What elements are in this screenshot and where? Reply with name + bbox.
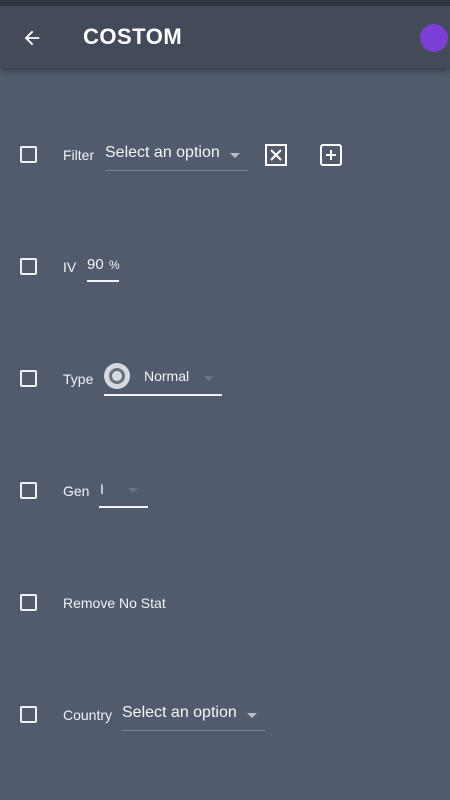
- iv-unit: %: [109, 258, 120, 272]
- gen-row: Gen I: [0, 472, 450, 512]
- iv-input[interactable]: 90 %: [87, 250, 120, 282]
- filter-select[interactable]: Select an option: [105, 138, 248, 171]
- iv-label: IV: [63, 259, 77, 275]
- country-select[interactable]: Select an option: [122, 698, 265, 731]
- iv-row: IV 90 %: [0, 248, 450, 288]
- plus-box-icon: [320, 144, 342, 166]
- type-row: Type Normal: [0, 360, 450, 400]
- app-bar: COSTOM: [0, 6, 450, 68]
- caret-down-icon: [247, 713, 257, 718]
- account-avatar[interactable]: [420, 24, 448, 52]
- filter-row: Filter Select an option: [0, 136, 450, 176]
- gen-label: Gen: [63, 483, 90, 499]
- filter-label: Filter: [63, 147, 95, 163]
- normal-type-icon: [104, 363, 130, 389]
- arrow-left-icon: [24, 30, 40, 46]
- clear-filter-button[interactable]: [264, 143, 288, 167]
- remove-no-stat-label: Remove No Stat: [63, 595, 166, 611]
- country-select-value: Select an option: [122, 704, 237, 721]
- country-label: Country: [63, 707, 113, 723]
- gen-select[interactable]: I: [99, 474, 148, 508]
- country-row: Country Select an option: [0, 696, 450, 736]
- type-label: Type: [63, 371, 94, 387]
- caret-down-icon: [204, 376, 214, 381]
- iv-value: 90: [87, 256, 104, 273]
- type-select[interactable]: Normal: [104, 360, 222, 396]
- caret-down-icon: [230, 153, 240, 158]
- remove-no-stat-row: Remove No Stat: [0, 584, 450, 624]
- gen-select-value: I: [100, 481, 104, 497]
- type-select-value: Normal: [144, 368, 190, 384]
- iv-checkbox[interactable]: [20, 258, 37, 275]
- filter-checkbox[interactable]: [20, 146, 37, 163]
- add-filter-button[interactable]: [319, 143, 343, 167]
- remove-no-stat-checkbox[interactable]: [20, 594, 37, 611]
- back-button[interactable]: [18, 24, 46, 52]
- close-box-icon: [265, 144, 287, 166]
- country-checkbox[interactable]: [20, 706, 37, 723]
- type-checkbox[interactable]: [20, 370, 37, 387]
- filter-select-value: Select an option: [105, 144, 220, 161]
- page-title: COSTOM: [83, 24, 183, 49]
- caret-down-icon: [128, 488, 138, 493]
- gen-checkbox[interactable]: [20, 482, 37, 499]
